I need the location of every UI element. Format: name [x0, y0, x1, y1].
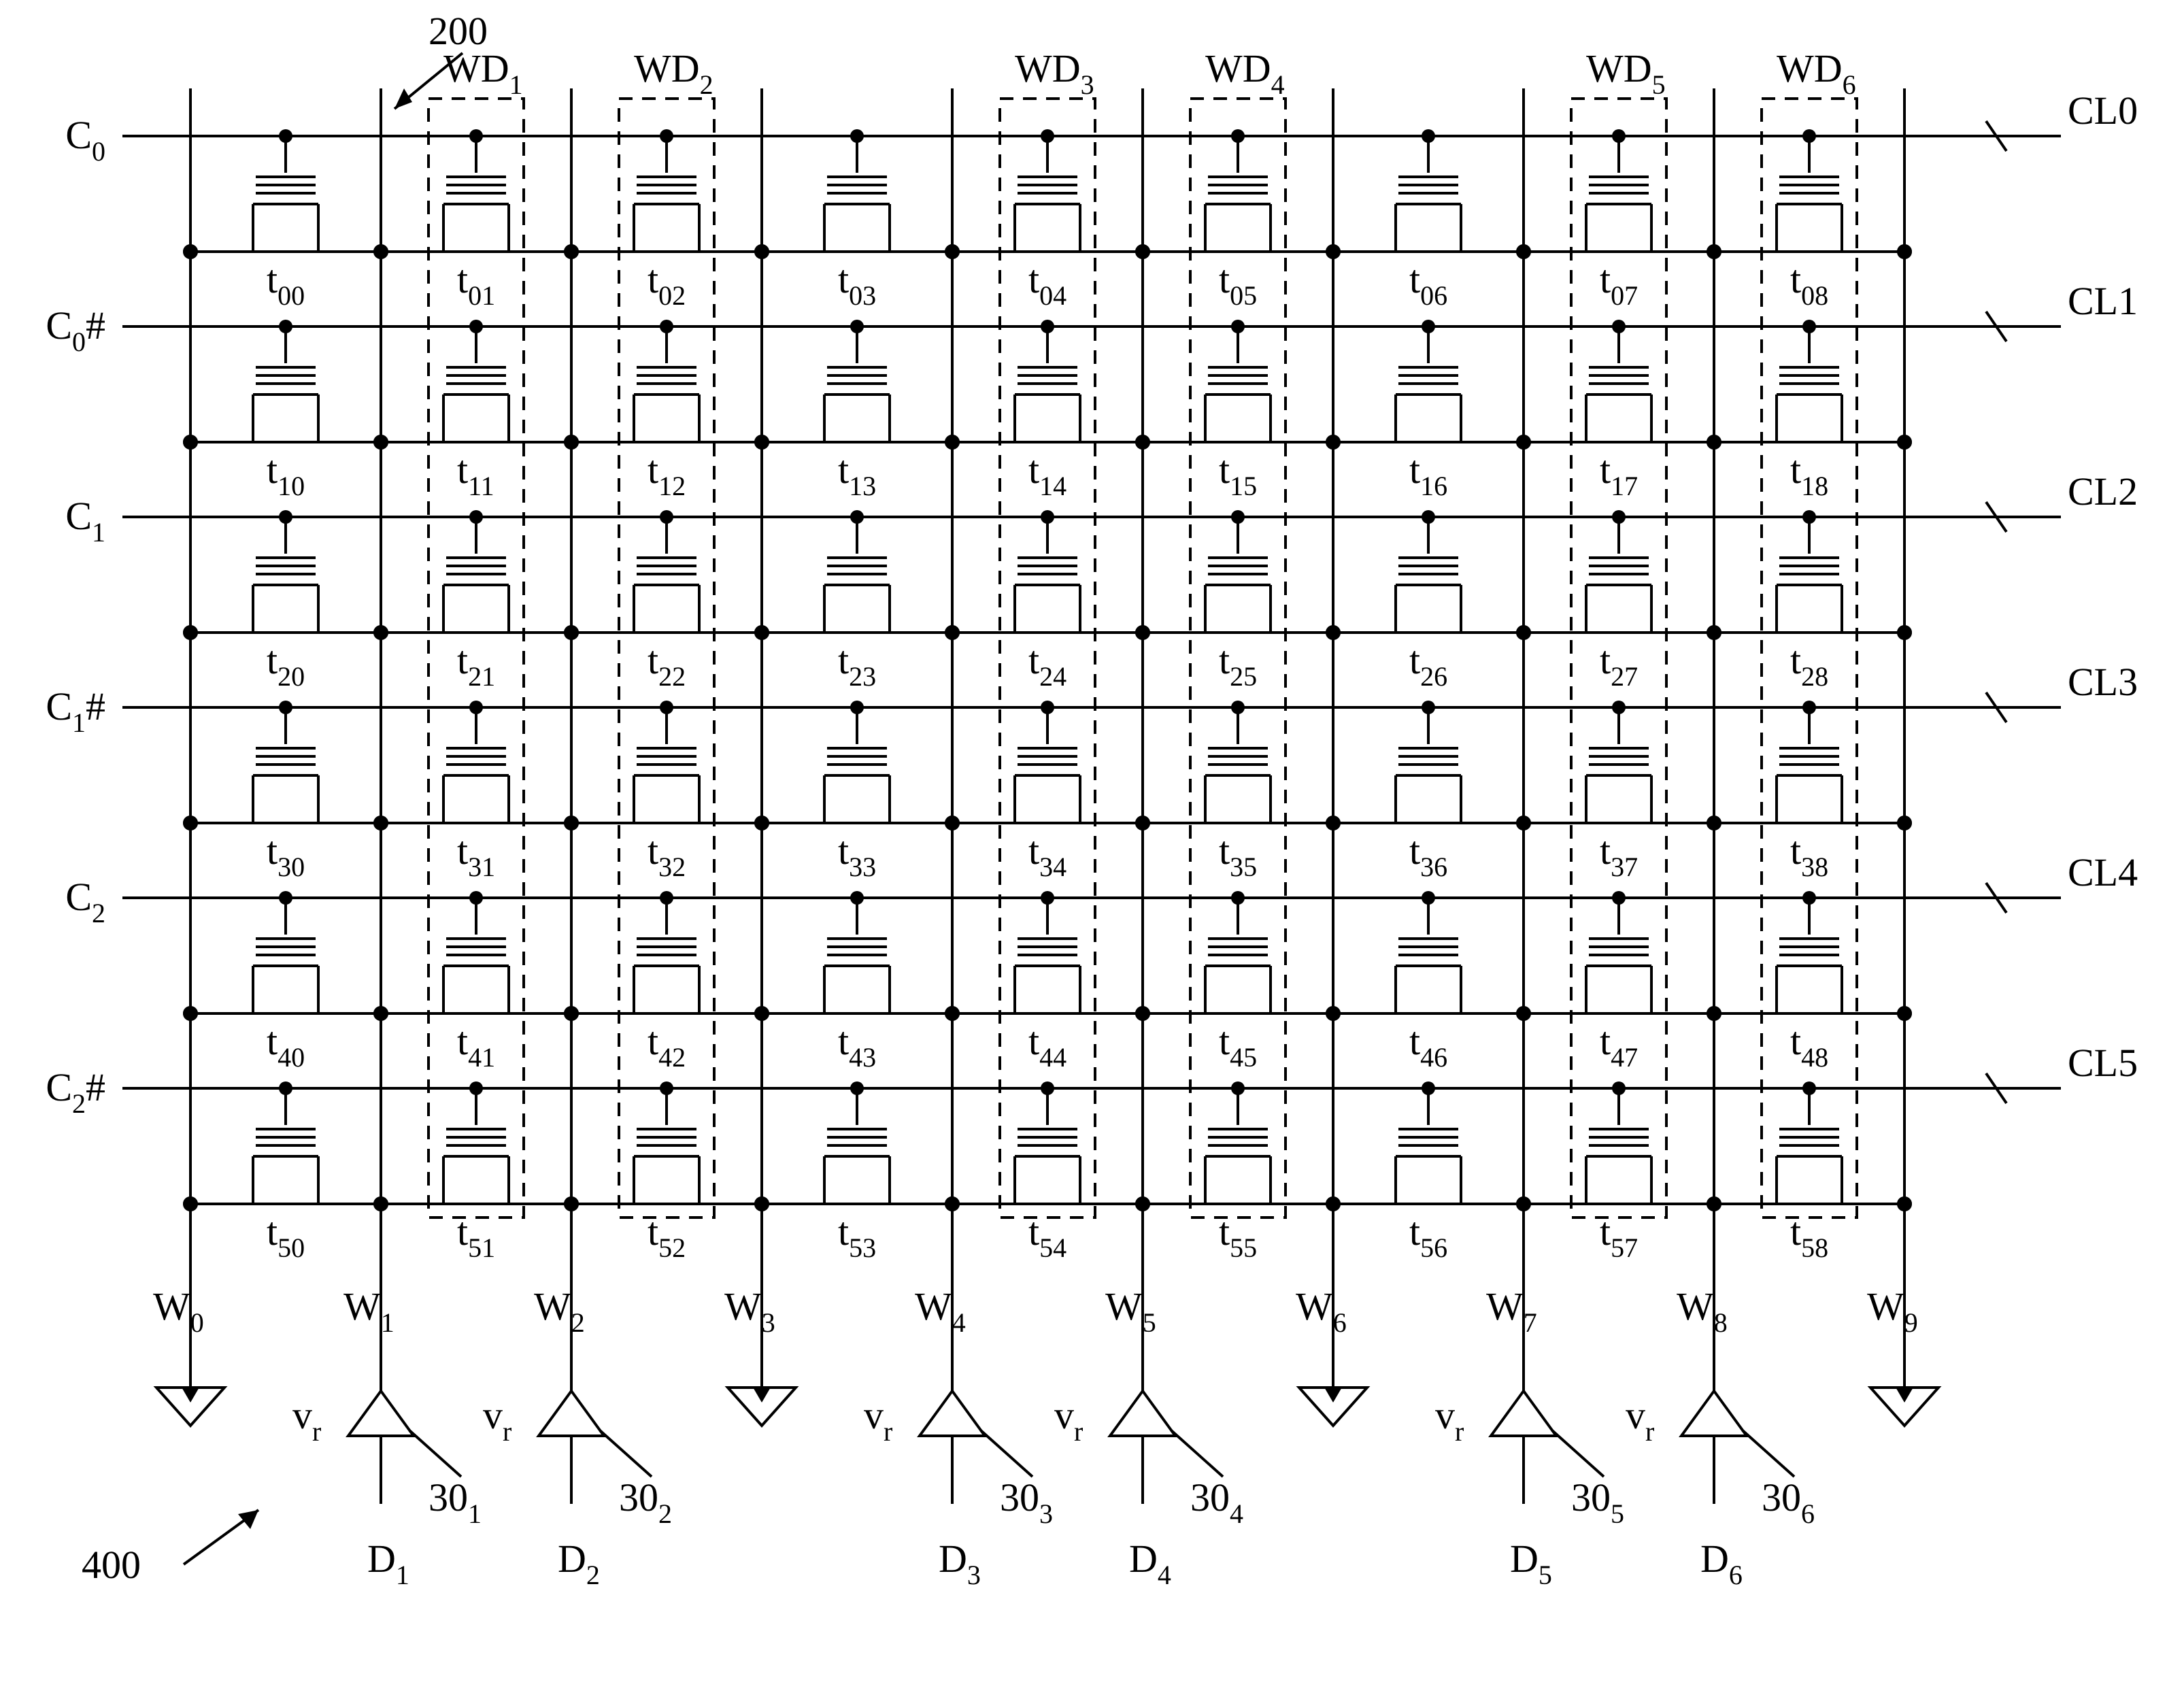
svg-text:t44: t44 — [1028, 1019, 1066, 1073]
svg-text:t48: t48 — [1790, 1019, 1828, 1073]
svg-text:D3: D3 — [939, 1537, 981, 1590]
svg-text:t35: t35 — [1219, 828, 1257, 882]
svg-text:WD2: WD2 — [634, 46, 713, 100]
svg-text:t38: t38 — [1790, 828, 1828, 882]
svg-text:t12: t12 — [648, 448, 686, 501]
svg-text:t01: t01 — [457, 257, 495, 311]
svg-text:vr: vr — [1626, 1393, 1654, 1447]
svg-text:t36: t36 — [1409, 828, 1447, 882]
svg-text:vr: vr — [1054, 1393, 1083, 1447]
svg-text:D2: D2 — [558, 1537, 600, 1590]
svg-text:C2: C2 — [65, 875, 105, 928]
svg-text:t43: t43 — [838, 1019, 876, 1073]
svg-text:t25: t25 — [1219, 638, 1257, 692]
svg-text:t40: t40 — [267, 1019, 305, 1073]
svg-text:t13: t13 — [838, 448, 876, 501]
svg-text:W7: W7 — [1486, 1284, 1537, 1338]
circuit-diagram: CL0 CL1 CL2 CL3 CL4 CL5 C0 C0# C1 C1# C2 C2# t00 t01 t… — [0, 0, 2184, 1695]
svg-text:C2#: C2# — [46, 1065, 105, 1119]
svg-text:306: 306 — [1762, 1475, 1815, 1529]
svg-text:t34: t34 — [1028, 828, 1066, 882]
svg-text:CL4: CL4 — [2068, 850, 2138, 894]
svg-text:vr: vr — [292, 1393, 321, 1447]
svg-text:WD5: WD5 — [1586, 46, 1666, 100]
svg-text:C0#: C0# — [46, 303, 105, 357]
svg-text:W4: W4 — [915, 1284, 966, 1338]
svg-text:W6: W6 — [1296, 1284, 1347, 1338]
svg-text:t33: t33 — [838, 828, 876, 882]
svg-text:W9: W9 — [1867, 1284, 1918, 1338]
svg-text:t41: t41 — [457, 1019, 495, 1073]
svg-text:t06: t06 — [1409, 257, 1447, 311]
svg-text:t00: t00 — [267, 257, 305, 311]
svg-text:t22: t22 — [648, 638, 686, 692]
svg-text:t53: t53 — [838, 1209, 876, 1263]
svg-text:t10: t10 — [267, 448, 305, 501]
svg-text:t32: t32 — [648, 828, 686, 882]
svg-text:t20: t20 — [267, 638, 305, 692]
svg-text:C0: C0 — [65, 113, 105, 167]
svg-text:CL0: CL0 — [2068, 88, 2138, 133]
svg-text:304: 304 — [1190, 1475, 1243, 1529]
svg-text:200: 200 — [429, 9, 488, 53]
svg-text:t05: t05 — [1219, 257, 1257, 311]
svg-text:W8: W8 — [1677, 1284, 1728, 1338]
svg-text:t45: t45 — [1219, 1019, 1257, 1073]
svg-text:t02: t02 — [648, 257, 686, 311]
svg-text:t07: t07 — [1600, 257, 1638, 311]
svg-text:CL3: CL3 — [2068, 660, 2138, 704]
svg-text:WD3: WD3 — [1015, 46, 1094, 100]
svg-text:301: 301 — [429, 1475, 482, 1529]
svg-text:t16: t16 — [1409, 448, 1447, 501]
svg-text:t11: t11 — [457, 448, 494, 501]
svg-text:W2: W2 — [534, 1284, 585, 1338]
svg-text:W3: W3 — [724, 1284, 775, 1338]
svg-text:t18: t18 — [1790, 448, 1828, 501]
svg-text:CL5: CL5 — [2068, 1041, 2138, 1085]
svg-text:t23: t23 — [838, 638, 876, 692]
svg-text:W1: W1 — [343, 1284, 394, 1338]
svg-text:t26: t26 — [1409, 638, 1447, 692]
svg-text:CL2: CL2 — [2068, 469, 2138, 514]
svg-text:305: 305 — [1571, 1475, 1624, 1529]
svg-text:t14: t14 — [1028, 448, 1066, 501]
svg-text:t17: t17 — [1600, 448, 1638, 501]
svg-text:WD4: WD4 — [1205, 46, 1285, 100]
svg-text:t03: t03 — [838, 257, 876, 311]
svg-text:t56: t56 — [1409, 1209, 1447, 1263]
svg-text:WD6: WD6 — [1777, 46, 1856, 100]
svg-text:t08: t08 — [1790, 257, 1828, 311]
svg-text:t46: t46 — [1409, 1019, 1447, 1073]
svg-text:t31: t31 — [457, 828, 495, 882]
svg-text:t47: t47 — [1600, 1019, 1638, 1073]
svg-text:t24: t24 — [1028, 638, 1066, 692]
svg-text:t21: t21 — [457, 638, 495, 692]
svg-text:WD1: WD1 — [443, 46, 523, 100]
svg-text:400: 400 — [82, 1543, 141, 1587]
svg-text:t30: t30 — [267, 828, 305, 882]
svg-text:t04: t04 — [1028, 257, 1066, 311]
svg-text:t50: t50 — [267, 1209, 305, 1263]
svg-text:t15: t15 — [1219, 448, 1257, 501]
svg-text:D1: D1 — [367, 1537, 409, 1590]
svg-text:t28: t28 — [1790, 638, 1828, 692]
svg-text:t42: t42 — [648, 1019, 686, 1073]
svg-text:CL1: CL1 — [2068, 279, 2138, 323]
svg-text:C1#: C1# — [46, 684, 105, 738]
svg-text:W5: W5 — [1105, 1284, 1156, 1338]
svg-text:vr: vr — [1435, 1393, 1464, 1447]
svg-text:303: 303 — [1000, 1475, 1053, 1529]
svg-text:t27: t27 — [1600, 638, 1638, 692]
svg-text:D6: D6 — [1700, 1537, 1743, 1590]
svg-text:D4: D4 — [1129, 1537, 1171, 1590]
svg-text:t37: t37 — [1600, 828, 1638, 882]
svg-text:vr: vr — [483, 1393, 511, 1447]
svg-text:302: 302 — [619, 1475, 672, 1529]
svg-text:vr: vr — [864, 1393, 892, 1447]
svg-text:W0: W0 — [153, 1284, 204, 1338]
svg-text:D5: D5 — [1510, 1537, 1552, 1590]
svg-text:C1: C1 — [65, 494, 105, 548]
